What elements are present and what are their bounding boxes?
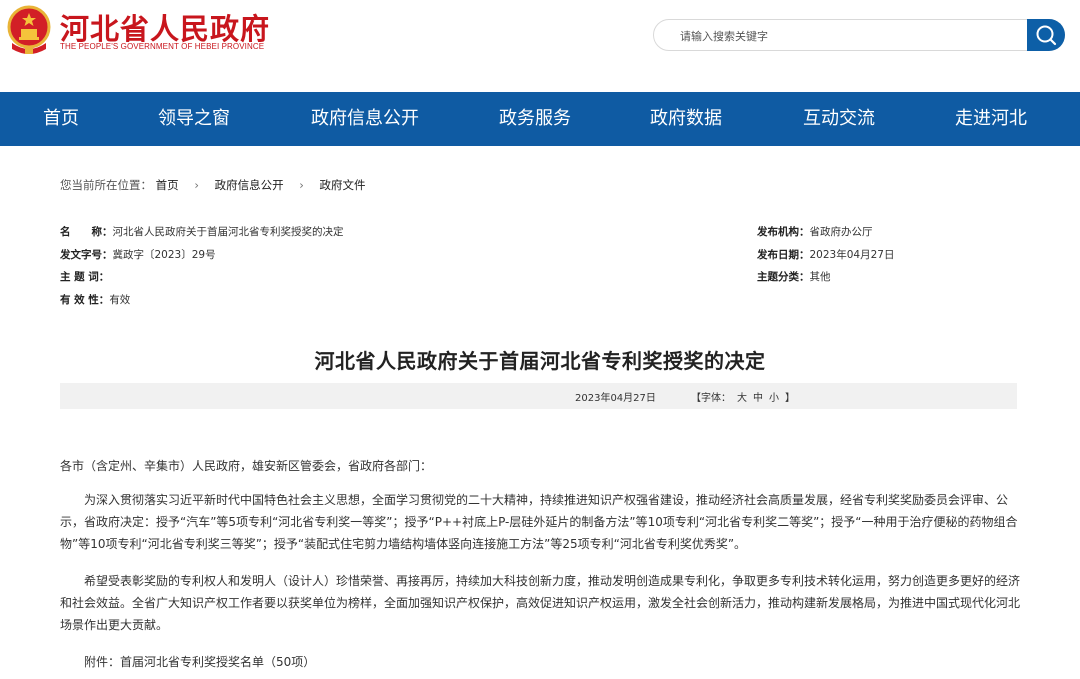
meta-name-label: 名 称： [60,226,113,238]
meta-validity-value: 有效 [109,294,131,306]
breadcrumb-gov-info[interactable]: 政府信息公开 [215,178,284,192]
meta-org: 发布机构：省政府办公厅 [757,224,873,239]
meta-validity-label: 有 效 性： [60,294,110,306]
meta-category-value: 其他 [809,271,831,283]
meta-org-label: 发布机构： [757,226,810,238]
article-salutation: 各市（含定州、辛集市）人民政府，雄安新区管委会，省政府各部门： [60,459,433,473]
search-input[interactable] [678,26,1022,46]
breadcrumb-home[interactable]: 首页 [156,178,179,192]
font-size-label: 【字体： [691,393,731,404]
breadcrumb: 您当前所在位置： 首页 › 政府信息公开 › 政府文件 [60,177,366,193]
font-small-button[interactable]: 小 [769,393,779,404]
nav-item-data[interactable]: 政府数据 [650,92,722,146]
nav-item-leaders[interactable]: 领导之窗 [158,92,230,146]
meta-docno: 发文字号：冀政字〔2023〕29号 [60,247,216,262]
national-emblem-icon[interactable] [6,5,52,55]
nav-item-interaction[interactable]: 互动交流 [803,92,875,146]
article-date: 2023年04月27日 [575,393,656,404]
site-subtitle: THE PEOPLE'S GOVERNMENT OF HEBEI PROVINC… [60,42,265,51]
meta-validity: 有 效 性：有效 [60,292,130,307]
meta-category-label: 主题分类： [757,271,810,283]
font-large-button[interactable]: 大 [737,393,747,404]
nav-item-about-hebei[interactable]: 走进河北 [955,92,1027,146]
meta-date-label: 发布日期： [757,249,810,261]
meta-name: 名 称：河北省人民政府关于首届河北省专利奖授奖的决定 [60,224,344,239]
meta-keyword-label: 主 题 词： [60,271,110,283]
meta-docno-value: 冀政字〔2023〕29号 [112,249,216,261]
chevron-right-icon: › [299,178,304,192]
nav-item-services[interactable]: 政务服务 [499,92,571,146]
article-paragraph: 希望受表彰奖励的专利权人和发明人（设计人）珍惜荣誉、再接再厉，持续加大科技创新力… [60,574,1021,632]
article-title: 河北省人民政府关于首届河北省专利奖授奖的决定 [314,349,766,373]
font-size-end: 】 [785,393,795,404]
nav-item-home[interactable]: 首页 [43,92,79,146]
site-header: 河北省人民政府 THE PEOPLE'S GOVERNMENT OF HEBEI… [0,0,1080,92]
article-paragraph: 为深入贯彻落实习近平新时代中国特色社会主义思想，全面学习贯彻党的二十大精神，持续… [60,493,1018,551]
article-info-bar: 2023年04月27日 【字体： 大中小】 [60,383,1017,409]
font-size-control: 【字体： 大中小】 [691,389,801,404]
meta-docno-label: 发文字号： [60,249,113,261]
breadcrumb-prefix: 您当前所在位置： [60,178,152,192]
search-box [653,19,1065,51]
search-button[interactable] [1027,19,1065,51]
meta-name-value: 河北省人民政府关于首届河北省专利奖授奖的决定 [112,226,344,238]
meta-date: 发布日期：2023年04月27日 [757,247,894,262]
breadcrumb-gov-docs[interactable]: 政府文件 [320,178,366,192]
article-attachment[interactable]: 附件：首届河北省专利奖授奖名单（50项） [60,651,1020,673]
main-nav: 首页 领导之窗 政府信息公开 政务服务 政府数据 互动交流 走进河北 [0,92,1080,146]
font-medium-button[interactable]: 中 [753,393,763,404]
nav-item-gov-info[interactable]: 政府信息公开 [311,92,419,146]
chevron-right-icon: › [194,178,199,192]
meta-keyword: 主 题 词： [60,269,109,284]
search-icon [1036,25,1057,46]
meta-org-value: 省政府办公厅 [809,226,873,238]
meta-date-value: 2023年04月27日 [809,249,895,261]
meta-category: 主题分类：其他 [757,269,831,284]
